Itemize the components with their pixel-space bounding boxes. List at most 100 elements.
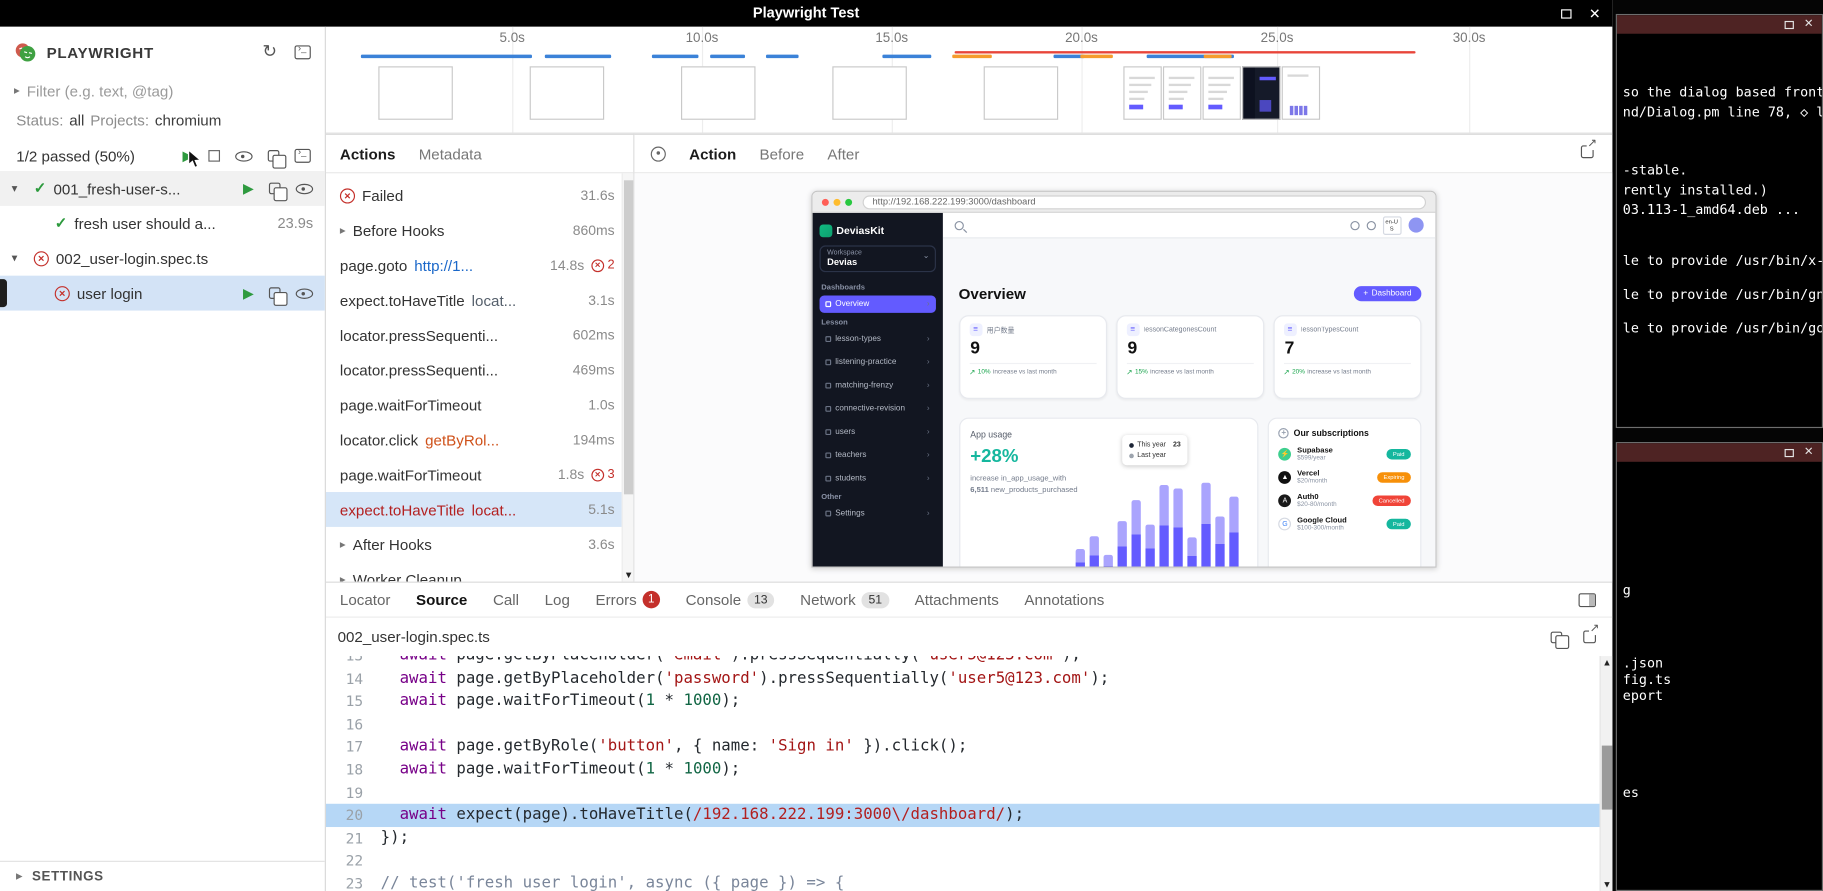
action-item-locator-presssequenti[interactable]: locator.pressSequenti...602ms [326, 318, 633, 353]
show-report-icon[interactable] [295, 149, 311, 163]
run-test-icon[interactable]: ▶ [243, 286, 254, 300]
copy-icon[interactable] [269, 287, 281, 299]
code-scrollbar[interactable]: ▲ ▼ [1599, 656, 1612, 891]
action-item-expect-tohavetitle[interactable]: expect.toHaveTitlelocat...3.1s [326, 283, 633, 318]
scrollbar-thumb[interactable] [624, 180, 633, 494]
chevron-right-icon[interactable]: ▸ [340, 573, 346, 582]
watch-all-icon[interactable] [235, 148, 252, 164]
bell-icon[interactable] [1350, 220, 1359, 229]
tab-log[interactable]: Log [545, 591, 570, 608]
action-item-after-hooks[interactable]: ▸After Hooks3.6s [326, 527, 633, 562]
timeline-thumbnail[interactable] [1242, 66, 1280, 120]
chevron-right-icon[interactable]: ▸ [14, 84, 20, 97]
nav-item-students[interactable]: students› [819, 470, 935, 487]
timeline-thumbnail[interactable] [378, 66, 453, 120]
reload-icon[interactable]: ↻ [262, 44, 277, 60]
copy-icon[interactable] [1551, 631, 1563, 643]
tab-source[interactable]: Source [416, 591, 467, 608]
action-item-page-waitfortimeout[interactable]: page.waitForTimeout1.0s [326, 387, 633, 422]
timeline-thumbnail[interactable] [1203, 66, 1241, 120]
tab-network[interactable]: Network51 [800, 591, 889, 608]
workspace-switcher[interactable]: Workspace Devias [819, 245, 935, 272]
timeline-thumbnail[interactable] [984, 66, 1059, 120]
chevron-right-icon[interactable]: ▸ [340, 224, 346, 237]
nav-item-users[interactable]: users› [819, 423, 935, 440]
nav-item-lesson-types[interactable]: lesson-types› [819, 330, 935, 347]
copy-icon[interactable] [268, 150, 280, 162]
timeline-thumbnail[interactable] [681, 66, 756, 120]
tab-annotations[interactable]: Annotations [1024, 591, 1104, 608]
tab-errors[interactable]: Errors1 [596, 591, 660, 608]
add-dashboard-button[interactable]: + Dashboard [1354, 286, 1421, 301]
nav-item-listening-practice[interactable]: listening-practice› [819, 354, 935, 371]
tab-call[interactable]: Call [493, 591, 519, 608]
action-item-locator-presssequenti[interactable]: locator.pressSequenti...469ms [326, 352, 633, 387]
watch-icon[interactable] [296, 180, 313, 196]
tab-after[interactable]: After [827, 145, 859, 162]
stop-icon[interactable] [208, 150, 220, 162]
actions-scrollbar[interactable]: ▼ [622, 173, 634, 581]
tab-action[interactable]: Action [689, 145, 736, 162]
terminal-titlebar[interactable]: ✕ [1617, 15, 1822, 34]
nav-item-matching-frenzy[interactable]: matching-frenzy› [819, 377, 935, 394]
timeline-thumbnail[interactable] [530, 66, 605, 120]
action-item-worker-cleanup[interactable]: ▸Worker Cleanup [326, 562, 633, 582]
close-icon[interactable]: ✕ [1804, 447, 1814, 459]
projects-value[interactable]: chromium [155, 111, 221, 128]
nav-item-teachers[interactable]: teachers› [819, 447, 935, 464]
avatar[interactable] [1408, 218, 1423, 233]
trace-timeline[interactable]: 5.0s10.0s15.0s20.0s25.0s30.0s [326, 27, 1612, 134]
run-test-icon[interactable]: ▶ [243, 181, 254, 195]
timeline-thumbnail[interactable] [832, 66, 907, 120]
language-selector[interactable]: en-US [1382, 216, 1401, 235]
source-code-viewer[interactable]: 13 await page.getByPlaceholder('email').… [326, 656, 1612, 891]
users-icon[interactable] [1366, 220, 1375, 229]
tab-console[interactable]: Console13 [686, 591, 775, 608]
tab-actions[interactable]: Actions [340, 145, 395, 162]
output-console-icon[interactable] [295, 45, 311, 59]
filter-input[interactable] [27, 82, 289, 99]
maximize-icon[interactable] [1561, 9, 1571, 18]
tab-metadata[interactable]: Metadata [419, 145, 482, 162]
chevron-right-icon[interactable]: ▸ [340, 538, 346, 551]
timeline-thumbnail[interactable] [1123, 66, 1161, 120]
test-row-user-login[interactable]: ✕user login▶ [0, 276, 325, 311]
copy-icon[interactable] [269, 183, 281, 195]
open-external-icon[interactable] [1583, 630, 1596, 643]
timeline-thumbnail[interactable] [1282, 66, 1320, 120]
timeline-thumbnail[interactable] [1163, 66, 1201, 120]
action-item-locator-click[interactable]: locator.clickgetByRol...194ms [326, 422, 633, 457]
chevron-down-icon[interactable]: ▾ [12, 182, 27, 195]
tab-attachments[interactable]: Attachments [915, 591, 999, 608]
tab-locator[interactable]: Locator [340, 591, 390, 608]
tab-before[interactable]: Before [760, 145, 805, 162]
close-icon[interactable]: ✕ [1804, 19, 1814, 31]
open-external-icon[interactable] [1581, 145, 1594, 158]
maximize-icon[interactable] [1784, 448, 1793, 456]
maximize-icon[interactable] [1784, 20, 1793, 28]
status-value[interactable]: all [69, 111, 84, 128]
nav-item-overview[interactable]: Overview› [819, 295, 935, 312]
terminal-window-top[interactable]: ✕ so the dialog based frontend/Dialog.pm… [1616, 14, 1823, 428]
nav-item-connective-revision[interactable]: connective-revision› [819, 400, 935, 417]
nav-item-settings[interactable]: Settings› [819, 505, 935, 522]
pick-locator-icon[interactable] [651, 146, 666, 161]
chevron-down-icon[interactable]: ▾ [12, 252, 27, 265]
terminal-titlebar[interactable]: ✕ [1617, 443, 1822, 462]
layout-columns-icon[interactable] [1579, 593, 1596, 607]
watch-icon[interactable] [296, 285, 313, 301]
settings-section[interactable]: ▸ SETTINGS [0, 861, 325, 891]
terminal-window-bottom[interactable]: ✕ g.jsonfig.tseportes [1616, 442, 1823, 891]
search-icon[interactable] [954, 220, 963, 229]
scroll-up-icon[interactable]: ▲ [1601, 657, 1614, 667]
scrollbar-thumb[interactable] [1602, 746, 1612, 810]
page-snapshot[interactable]: http://192.168.222.199:3000/dashboard De… [811, 191, 1436, 568]
scroll-down-icon[interactable]: ▼ [1601, 879, 1614, 889]
action-item-expect-tohavetitle[interactable]: expect.toHaveTitlelocat...5.1s [326, 492, 633, 527]
test-file-row-002-user-login-spec-ts[interactable]: ▾✕002_user-login.spec.ts [0, 241, 325, 276]
action-item-before-hooks[interactable]: ▸Before Hooks860ms [326, 213, 633, 248]
action-item-page-waitfortimeout[interactable]: page.waitForTimeout1.8s✕3 [326, 457, 633, 492]
action-item-failed[interactable]: ✕Failed31.6s [326, 178, 633, 213]
action-item-page-goto[interactable]: page.gotohttp://1...14.8s✕2 [326, 248, 633, 283]
test-file-row-001-fresh-user-s[interactable]: ▾✓001_fresh-user-s...▶ [0, 171, 325, 206]
